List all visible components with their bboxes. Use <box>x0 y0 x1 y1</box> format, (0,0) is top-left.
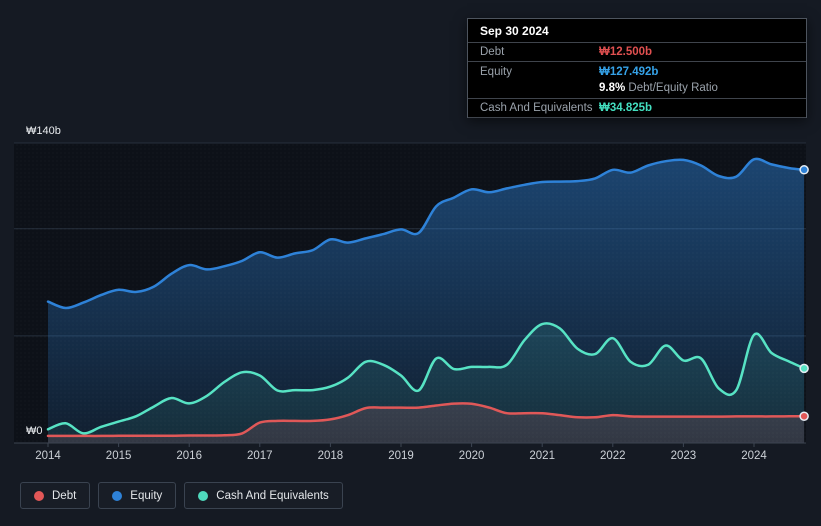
equity-dot-icon <box>112 490 123 501</box>
cash-and-equivalents-end-marker <box>799 363 809 374</box>
tooltip-debt-equity-ratio: 9.8% Debt/Equity Ratio <box>599 82 718 94</box>
x-axis: 2014 2015 2016 2017 2018 2019 2020 2021 2022 2023… <box>14 442 806 462</box>
tooltip-date: Sep 30 2024 <box>468 19 806 43</box>
legend-item-cash[interactable]: Cash And Equivalents <box>184 482 343 509</box>
debt-end-marker <box>799 411 809 421</box>
tooltip-equity-label: Equity <box>480 66 512 78</box>
y-axis-label: ₩140b <box>26 125 61 137</box>
x-tick-label: 2019 <box>388 450 414 462</box>
x-tick-label: 2018 <box>318 450 344 462</box>
tooltip-debt-label: Debt <box>480 46 505 58</box>
legend-item-equity[interactable]: Equity <box>98 482 177 509</box>
y-axis-label: ₩0 <box>26 425 43 437</box>
legend-debt-label: Debt <box>52 489 77 502</box>
tooltip-cash-row: Cash And Equivalents ₩34.825b <box>468 99 806 118</box>
tooltip-cash-label: Cash And Equivalents <box>480 102 593 114</box>
legend-item-debt[interactable]: Debt <box>20 482 91 509</box>
x-tick-label: 2024 <box>741 450 767 462</box>
equity-end-marker <box>799 165 809 175</box>
x-tick-label: 2020 <box>459 450 485 462</box>
x-tick-label: 2023 <box>671 450 697 462</box>
chart-tooltip: Sep 30 2024 Debt ₩12.500b Equity ₩127.49… <box>467 18 807 118</box>
tooltip-equity-value: ₩127.492b <box>599 66 659 78</box>
debt-dot-icon <box>34 490 44 501</box>
x-tick-label: 2017 <box>247 450 273 462</box>
tooltip-equity-block: Equity ₩127.492b 9.8% Debt/Equity Ratio <box>468 62 806 99</box>
x-tick-label: 2015 <box>106 450 132 462</box>
cash-dot-icon <box>198 490 209 501</box>
x-tick-label: 2014 <box>35 450 61 462</box>
tooltip-debt-value: ₩12.500b <box>599 46 653 58</box>
legend-equity-label: Equity <box>130 489 163 502</box>
x-tick-label: 2022 <box>600 450 626 462</box>
legend-cash-label: Cash And Equivalents <box>216 489 329 502</box>
x-tick-label: 2016 <box>176 450 202 462</box>
ratio-percent: 9.8% <box>599 82 626 94</box>
tooltip-cash-value: ₩34.825b <box>599 102 653 114</box>
tooltip-debt-row: Debt ₩12.500b <box>468 43 806 62</box>
x-tick-label: 2021 <box>529 450 555 462</box>
chart-legend: Debt Equity Cash And Equivalents <box>20 482 343 509</box>
